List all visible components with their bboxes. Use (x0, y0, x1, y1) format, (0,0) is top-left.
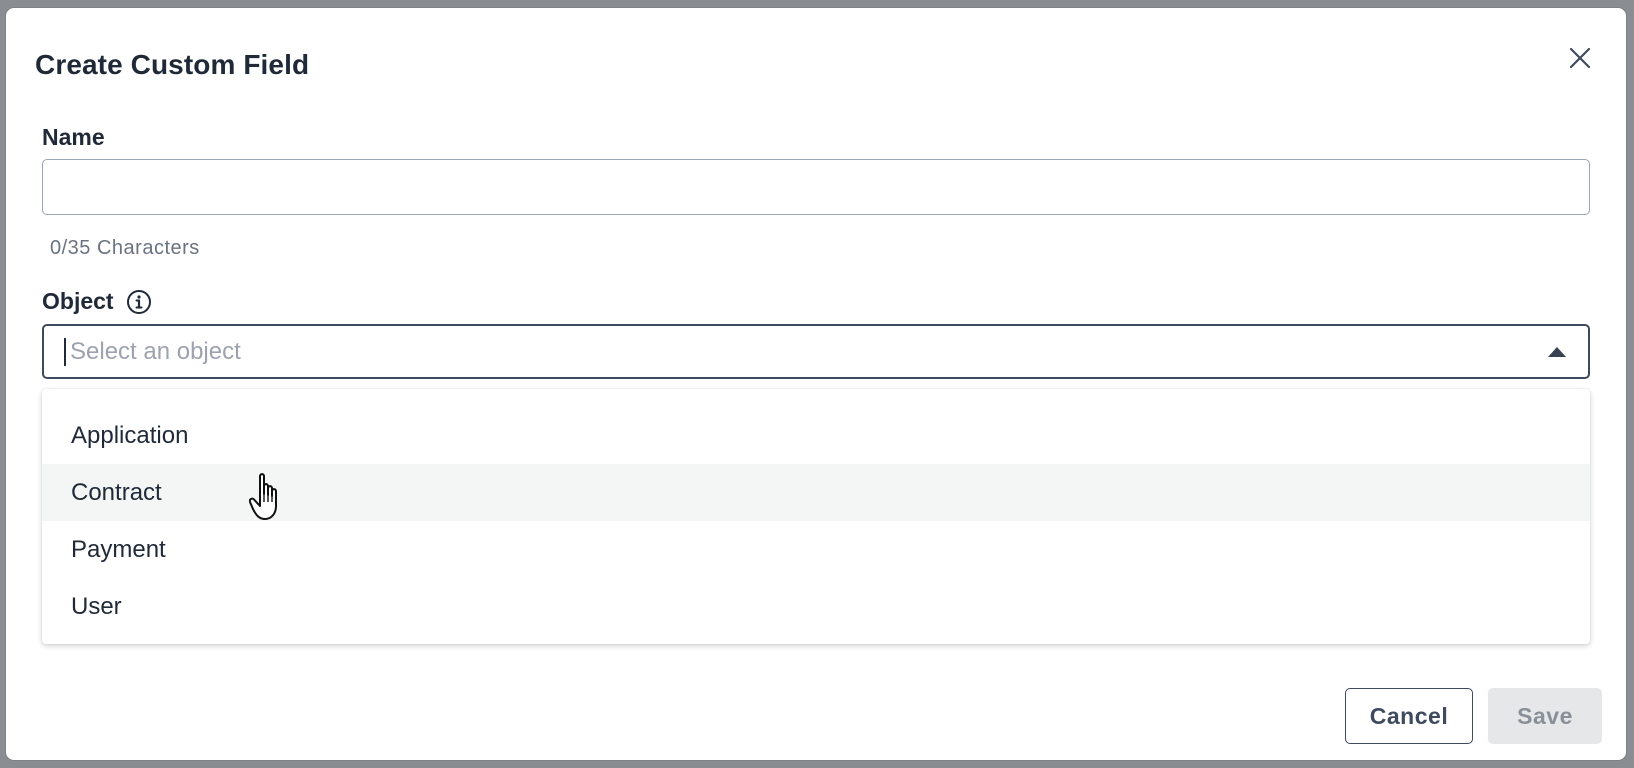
option-application[interactable]: Application (42, 407, 1590, 464)
create-custom-field-dialog: Create Custom Field Name 0/35 Characters… (6, 8, 1626, 760)
close-icon (1569, 47, 1591, 69)
object-select[interactable]: Select an object (42, 324, 1590, 379)
name-char-count: 0/35 Characters (50, 237, 200, 259)
caret-up-icon[interactable] (1548, 346, 1566, 357)
object-label-row: Object (42, 288, 152, 315)
option-payment[interactable]: Payment (42, 521, 1590, 578)
name-label: Name (42, 124, 105, 150)
close-button[interactable] (1564, 42, 1596, 74)
option-contract[interactable]: Contract (42, 464, 1590, 521)
text-caret (64, 337, 66, 366)
object-select-placeholder: Select an object (70, 337, 241, 365)
object-dropdown-menu: Application Contract Payment User (42, 389, 1590, 644)
dialog-title: Create Custom Field (35, 49, 310, 80)
save-button[interactable]: Save (1488, 688, 1602, 744)
info-icon[interactable] (126, 289, 152, 315)
object-label: Object (42, 288, 114, 314)
cancel-button[interactable]: Cancel (1345, 688, 1473, 744)
option-user[interactable]: User (42, 578, 1590, 635)
name-input[interactable] (42, 159, 1590, 215)
